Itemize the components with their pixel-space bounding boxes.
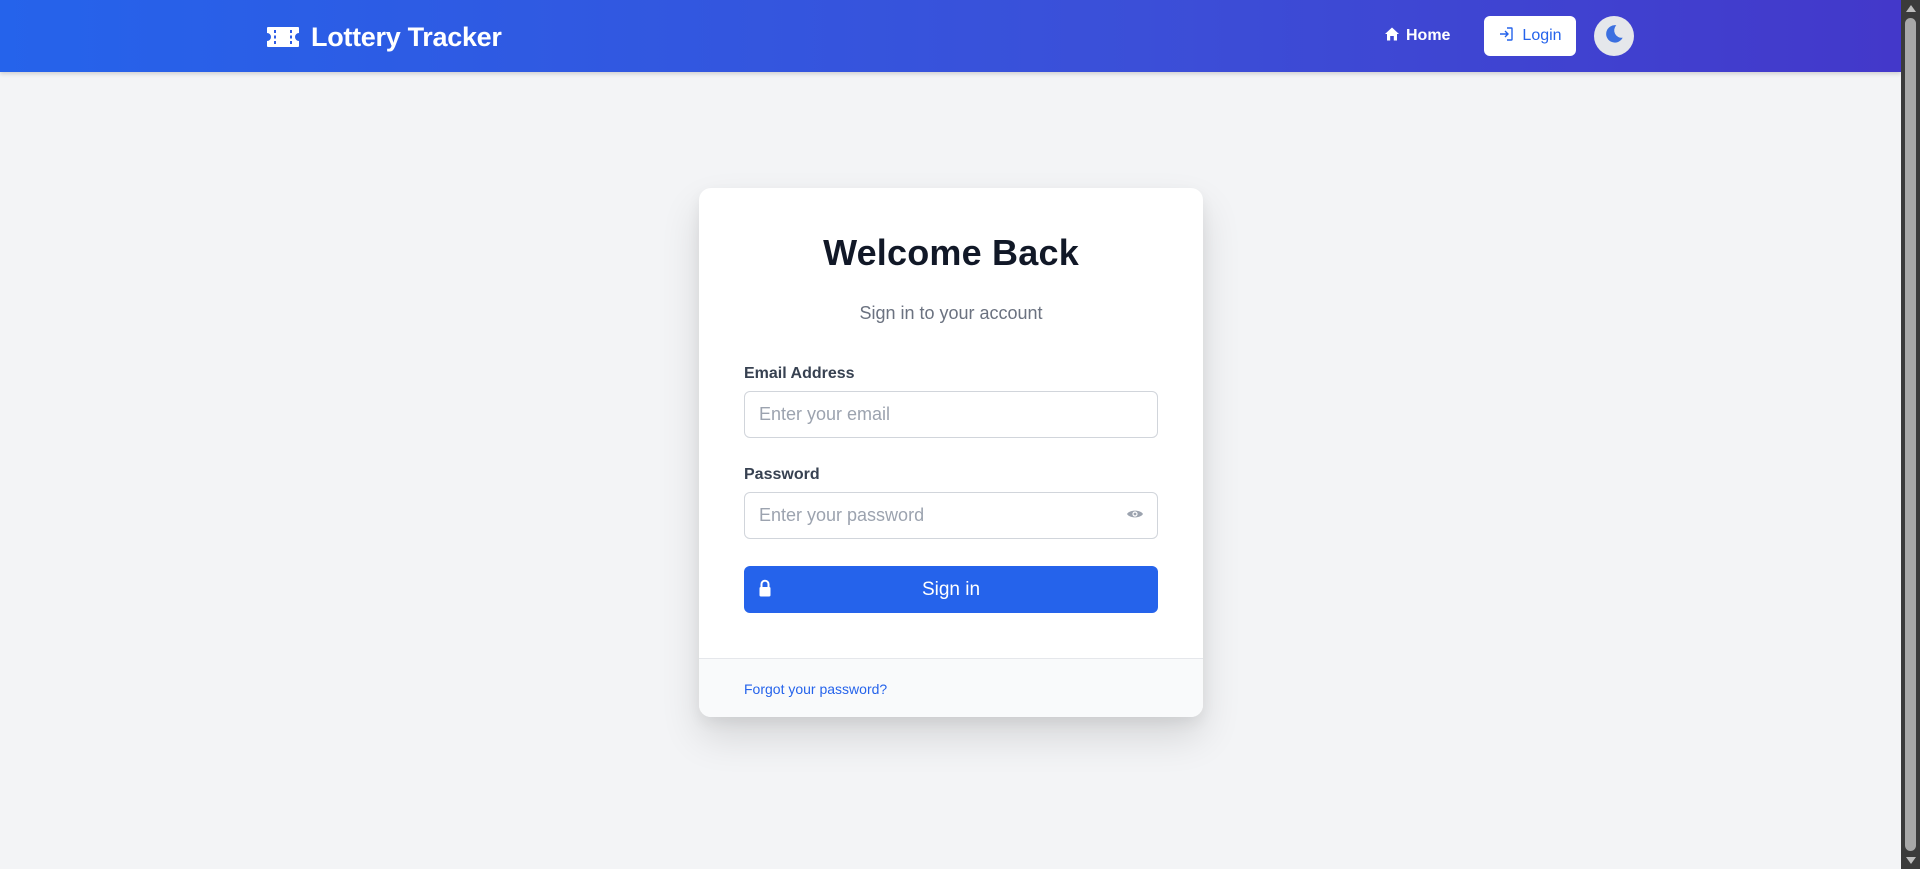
password-field[interactable] xyxy=(744,492,1158,539)
nav-login-label: Login xyxy=(1522,27,1562,44)
nav-home-label: Home xyxy=(1406,27,1451,44)
card-footer: Forgot your password? xyxy=(699,658,1203,717)
toggle-password-visibility-button[interactable] xyxy=(1123,504,1147,528)
theme-toggle-button[interactable] xyxy=(1594,16,1634,56)
sign-in-button[interactable]: Sign in xyxy=(744,566,1158,613)
lock-icon xyxy=(758,579,772,604)
brand-link[interactable]: Lottery Tracker xyxy=(265,18,502,56)
password-label: Password xyxy=(744,466,820,483)
email-field[interactable] xyxy=(744,391,1158,438)
nav-login-button[interactable]: Login xyxy=(1484,16,1576,56)
scrollbar-thumb[interactable] xyxy=(1905,18,1916,851)
brand-name: Lottery Tracker xyxy=(311,21,502,52)
forgot-password-link[interactable]: Forgot your password? xyxy=(744,681,887,697)
moon-icon xyxy=(1603,23,1625,50)
ticket-icon xyxy=(265,25,301,49)
scroll-up-arrow-icon[interactable] xyxy=(1906,5,1916,12)
home-icon xyxy=(1384,26,1400,47)
scroll-down-arrow-icon[interactable] xyxy=(1906,857,1916,864)
sign-in-icon xyxy=(1498,26,1514,47)
email-label: Email Address xyxy=(744,365,855,382)
sign-in-label: Sign in xyxy=(921,578,981,600)
eye-icon xyxy=(1126,507,1144,526)
page-subtitle: Sign in to your account xyxy=(859,303,1043,323)
top-navbar: Lottery Tracker Home Login xyxy=(0,0,1901,72)
page-title: Welcome Back xyxy=(823,232,1079,273)
login-card: Welcome Back Sign in to your account Ema… xyxy=(699,188,1203,717)
page-scrollbar[interactable] xyxy=(1901,0,1920,869)
nav-home-link[interactable]: Home xyxy=(1384,20,1450,52)
